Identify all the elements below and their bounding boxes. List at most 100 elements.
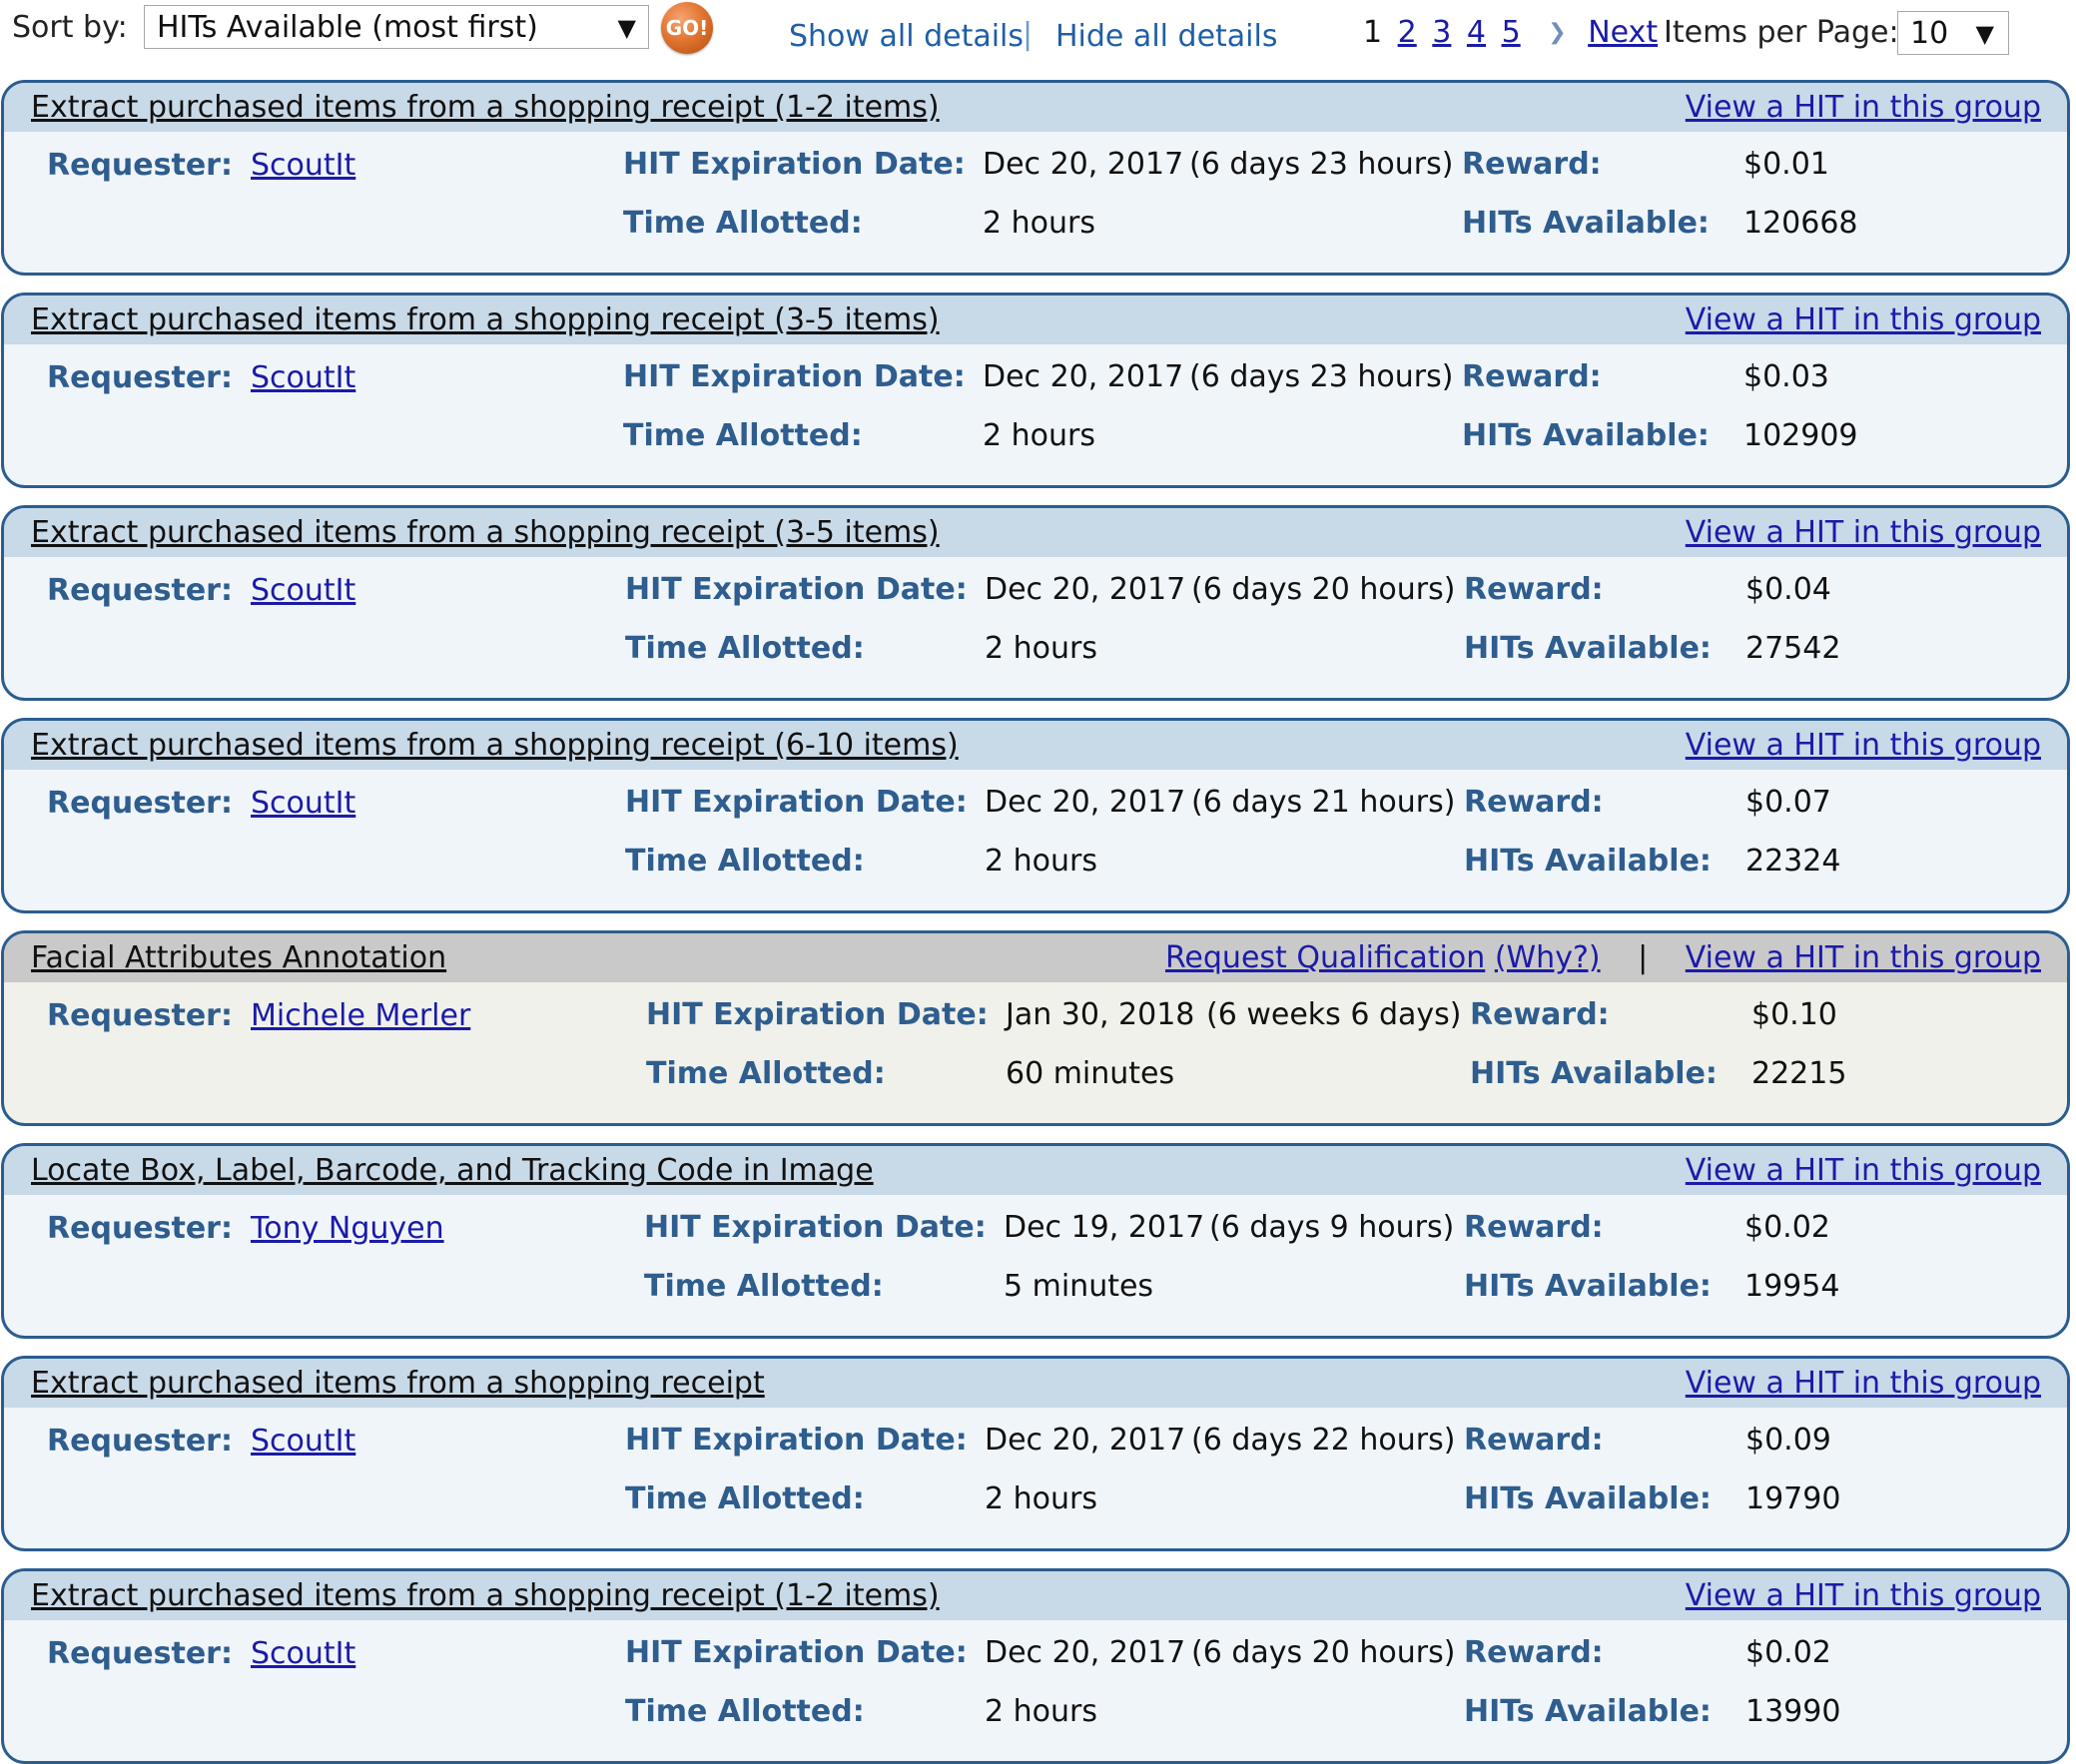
time-allotted-label: Time Allotted:: [646, 1056, 886, 1091]
expiration-date: Dec 19, 2017: [1004, 1210, 1205, 1245]
hit-title[interactable]: Extract purchased items from a shopping …: [31, 90, 940, 125]
reward-label: Reward:: [1464, 572, 1604, 607]
time-allotted-value: 2 hours: [985, 844, 1097, 879]
page-link-4[interactable]: 4: [1467, 15, 1486, 50]
requester-label: Requester:: [47, 1211, 233, 1246]
hide-all-details-link[interactable]: Hide all details: [1055, 19, 1277, 55]
expiration-label: HIT Expiration Date:: [625, 785, 968, 820]
hit-header-links: View a HIT in this group: [1686, 302, 2041, 337]
request-qualification-link[interactable]: Request Qualification: [1165, 940, 1485, 975]
page-link-5[interactable]: 5: [1502, 15, 1521, 50]
pagination: 1 2 3 4 5 ❯ Next: [1363, 15, 1658, 54]
link-separator: |: [1638, 940, 1649, 975]
requester-name: ScoutIt: [251, 148, 355, 183]
requester-name: ScoutIt: [251, 360, 355, 395]
requester-link[interactable]: ScoutIt: [251, 148, 355, 183]
items-per-page-select[interactable]: 10 ▼: [1897, 11, 2009, 55]
next-page-link[interactable]: Next: [1588, 15, 1658, 50]
sort-by-select[interactable]: HITs Available (most first) ▼: [144, 5, 649, 49]
requester-label: Requester:: [47, 1424, 233, 1459]
go-button[interactable]: GO!: [661, 2, 713, 54]
hit-title[interactable]: Extract purchased items from a shopping …: [31, 1578, 940, 1613]
expiration-date: Jan 30, 2018: [1006, 997, 1195, 1032]
requester-label: Requester:: [47, 360, 233, 395]
expiration-date: Dec 20, 2017: [985, 1635, 1186, 1670]
time-allotted-label: Time Allotted:: [623, 206, 863, 241]
hit-title[interactable]: Locate Box, Label, Barcode, and Tracking…: [31, 1153, 874, 1188]
hit-title[interactable]: Extract purchased items from a shopping …: [31, 1366, 765, 1401]
hits-available-value: 13990: [1745, 1694, 1841, 1729]
view-hit-link[interactable]: View a HIT in this group: [1686, 302, 2041, 337]
requester-link[interactable]: ScoutIt: [251, 573, 355, 608]
view-hit-link[interactable]: View a HIT in this group: [1686, 90, 2041, 125]
hit-title[interactable]: Facial Attributes Annotation: [31, 940, 446, 975]
time-allotted-value: 2 hours: [985, 1694, 1097, 1729]
expiration-date: Dec 20, 2017: [985, 572, 1186, 607]
view-hit-link[interactable]: View a HIT in this group: [1686, 1578, 2041, 1613]
page-link-2[interactable]: 2: [1398, 15, 1417, 50]
hit-header-links: View a HIT in this group: [1686, 90, 2041, 125]
reward-label: Reward:: [1462, 359, 1602, 394]
hit-title[interactable]: Extract purchased items from a shopping …: [31, 515, 940, 550]
expiration-remaining: (6 weeks 6 days): [1206, 997, 1462, 1032]
time-allotted-label: Time Allotted:: [625, 1694, 865, 1729]
reward-value: $0.01: [1743, 147, 1829, 182]
hit-header-links: Request Qualification (Why?) | View a HI…: [1165, 940, 2041, 975]
qualification-links: Request Qualification (Why?) |: [1165, 940, 1686, 975]
expiration-remaining: (6 days 21 hours): [1191, 785, 1456, 820]
expiration-label: HIT Expiration Date:: [625, 572, 968, 607]
view-hit-link[interactable]: View a HIT in this group: [1686, 1153, 2041, 1188]
hit-header-links: View a HIT in this group: [1686, 1578, 2041, 1613]
view-hit-link[interactable]: View a HIT in this group: [1686, 940, 2041, 975]
reward-value: $0.09: [1745, 1423, 1831, 1458]
hit-group: Extract purchased items from a shopping …: [1, 718, 2070, 913]
time-allotted-label: Time Allotted:: [623, 418, 863, 453]
requester-name: ScoutIt: [251, 786, 355, 821]
hit-group-header: Extract purchased items from a shopping …: [4, 1571, 2067, 1620]
expiration-remaining: (6 days 22 hours): [1191, 1423, 1456, 1458]
hits-available-label: HITs Available:: [1470, 1056, 1718, 1091]
hits-available-value: 19790: [1745, 1481, 1841, 1516]
requester-link[interactable]: Tony Nguyen: [251, 1211, 444, 1246]
time-allotted-value: 60 minutes: [1006, 1056, 1175, 1091]
expiration-label: HIT Expiration Date:: [625, 1635, 968, 1670]
page-link-3[interactable]: 3: [1432, 15, 1451, 50]
expiration-remaining: (6 days 23 hours): [1189, 147, 1454, 182]
requester-name: Michele Merler: [251, 998, 470, 1033]
requester-link[interactable]: ScoutIt: [251, 1424, 355, 1459]
expiration-remaining: (6 days 9 hours): [1209, 1210, 1455, 1245]
expiration-label: HIT Expiration Date:: [623, 359, 966, 394]
hit-group: Locate Box, Label, Barcode, and Tracking…: [1, 1143, 2070, 1339]
hit-group: Facial Attributes Annotation Request Qua…: [1, 930, 2070, 1126]
hit-header-links: View a HIT in this group: [1686, 1366, 2041, 1401]
hit-title[interactable]: Extract purchased items from a shopping …: [31, 728, 959, 763]
reward-label: Reward:: [1470, 997, 1610, 1032]
expiration-date: Dec 20, 2017: [985, 785, 1186, 820]
sort-by-value: HITs Available (most first): [157, 10, 538, 45]
view-hit-link[interactable]: View a HIT in this group: [1686, 515, 2041, 550]
reward-label: Reward:: [1464, 1635, 1604, 1670]
reward-value: $0.02: [1745, 1635, 1831, 1670]
chevron-right-icon: ❯: [1548, 20, 1567, 45]
requester-link[interactable]: ScoutIt: [251, 360, 355, 395]
hit-group-header: Locate Box, Label, Barcode, and Tracking…: [4, 1146, 2067, 1195]
view-hit-link[interactable]: View a HIT in this group: [1686, 1366, 2041, 1401]
items-per-page-label: Items per Page:: [1664, 15, 1899, 50]
reward-value: $0.07: [1745, 785, 1831, 820]
reward-value: $0.02: [1744, 1210, 1830, 1245]
view-hit-link[interactable]: View a HIT in this group: [1686, 728, 2041, 763]
sort-by-label: Sort by:: [12, 10, 128, 45]
hits-available-value: 102909: [1743, 418, 1858, 453]
hits-available-label: HITs Available:: [1464, 1481, 1712, 1516]
show-all-details-link[interactable]: Show all details: [789, 19, 1024, 55]
hit-title[interactable]: Extract purchased items from a shopping …: [31, 302, 940, 337]
requester-link[interactable]: ScoutIt: [251, 1636, 355, 1671]
hits-available-value: 19954: [1744, 1269, 1840, 1304]
hit-header-links: View a HIT in this group: [1686, 728, 2041, 763]
requester-link[interactable]: Michele Merler: [251, 998, 470, 1033]
expiration-remaining: (6 days 20 hours): [1191, 572, 1456, 607]
reward-value: $0.10: [1751, 997, 1837, 1032]
requester-link[interactable]: ScoutIt: [251, 786, 355, 821]
why-link[interactable]: (Why?): [1495, 940, 1601, 975]
time-allotted-value: 2 hours: [983, 206, 1095, 241]
